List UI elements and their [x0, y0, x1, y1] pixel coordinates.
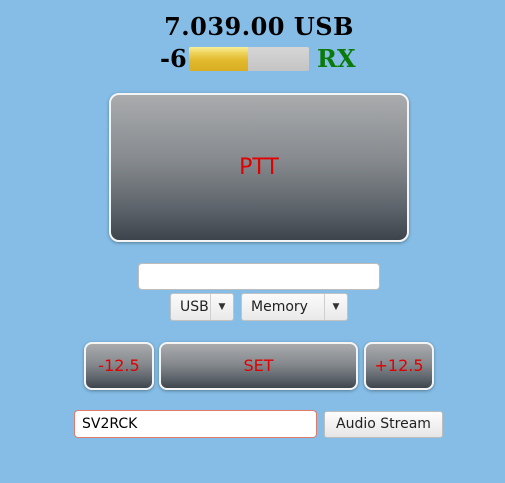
chevron-down-icon: ▼ — [324, 294, 347, 320]
signal-value: -6 — [160, 44, 187, 73]
mode-select[interactable]: USB ▼ — [170, 293, 234, 321]
memory-select[interactable]: Memory ▼ — [241, 293, 348, 321]
callsign-input[interactable] — [74, 410, 317, 438]
chevron-down-icon: ▼ — [210, 294, 233, 320]
set-button[interactable]: SET — [159, 342, 358, 390]
signal-meter-fill — [189, 47, 248, 71]
signal-meter-row: -6 RX — [0, 42, 505, 76]
ptt-button[interactable]: PTT — [109, 93, 409, 242]
mode-select-value: USB — [180, 299, 209, 315]
signal-meter-bar — [189, 47, 309, 71]
memory-select-value: Memory — [251, 299, 308, 315]
step-down-button[interactable]: -12.5 — [84, 342, 154, 390]
frequency-display: 7.039.00 USB — [164, 12, 354, 41]
step-up-button[interactable]: +12.5 — [364, 342, 434, 390]
message-input[interactable] — [138, 263, 380, 290]
audio-stream-button[interactable]: Audio Stream — [324, 411, 443, 438]
rx-status: RX — [317, 44, 356, 73]
